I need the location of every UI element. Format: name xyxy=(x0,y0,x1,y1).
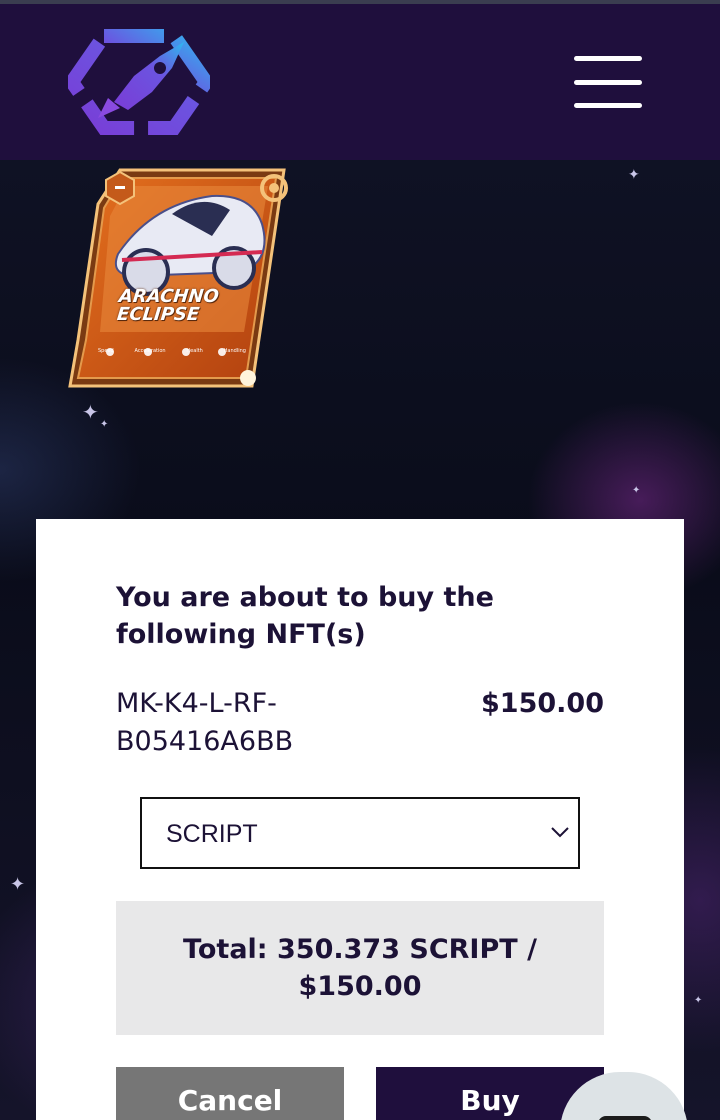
nft-card-stats: Speed Acceleration Health Handling xyxy=(98,348,246,354)
nft-card-image xyxy=(68,168,288,388)
purchase-modal: You are about to buy the following NFT(s… xyxy=(36,519,684,1120)
chat-icon xyxy=(598,1116,652,1120)
total-summary: Total: 350.373 SCRIPT / $150.00 xyxy=(116,901,604,1035)
rocket-hexagon-logo[interactable] xyxy=(68,28,210,136)
hamburger-line xyxy=(574,103,642,108)
sparkle-icon: ✦ xyxy=(628,167,640,183)
modal-heading: You are about to buy the following NFT(s… xyxy=(116,582,494,650)
nft-item-price: $150.00 xyxy=(481,688,604,719)
currency-select[interactable]: SCRIPT xyxy=(140,797,580,869)
sparkle-icon: ✦ xyxy=(100,419,109,430)
stat-label-speed: Speed xyxy=(98,348,114,354)
stat-label-health: Health xyxy=(186,348,203,354)
site-header xyxy=(0,4,720,160)
sparkle-icon: ✦ xyxy=(632,485,641,496)
nft-card-title-line2: ECLIPSE xyxy=(116,304,201,325)
stat-label-handling: Handling xyxy=(223,348,246,354)
sparkle-icon: ✦ xyxy=(82,400,99,424)
nft-item-id: MK-K4-L-RF-B05416A6BB xyxy=(116,688,294,757)
sparkle-icon: ✦ xyxy=(694,995,703,1006)
currency-select-value: SCRIPT xyxy=(166,820,258,848)
hamburger-line xyxy=(574,56,642,61)
nft-card-title: ARACHNO ECLIPSE xyxy=(116,286,250,325)
chevron-down-icon xyxy=(551,827,569,838)
hamburger-menu-button[interactable] xyxy=(566,52,650,112)
sparkle-icon: ✦ xyxy=(10,874,26,895)
stat-label-acceleration: Acceleration xyxy=(134,348,166,354)
hamburger-line xyxy=(574,79,642,85)
cancel-button[interactable]: Cancel xyxy=(116,1067,344,1120)
total-text: Total: 350.373 SCRIPT / $150.00 xyxy=(183,934,537,1002)
